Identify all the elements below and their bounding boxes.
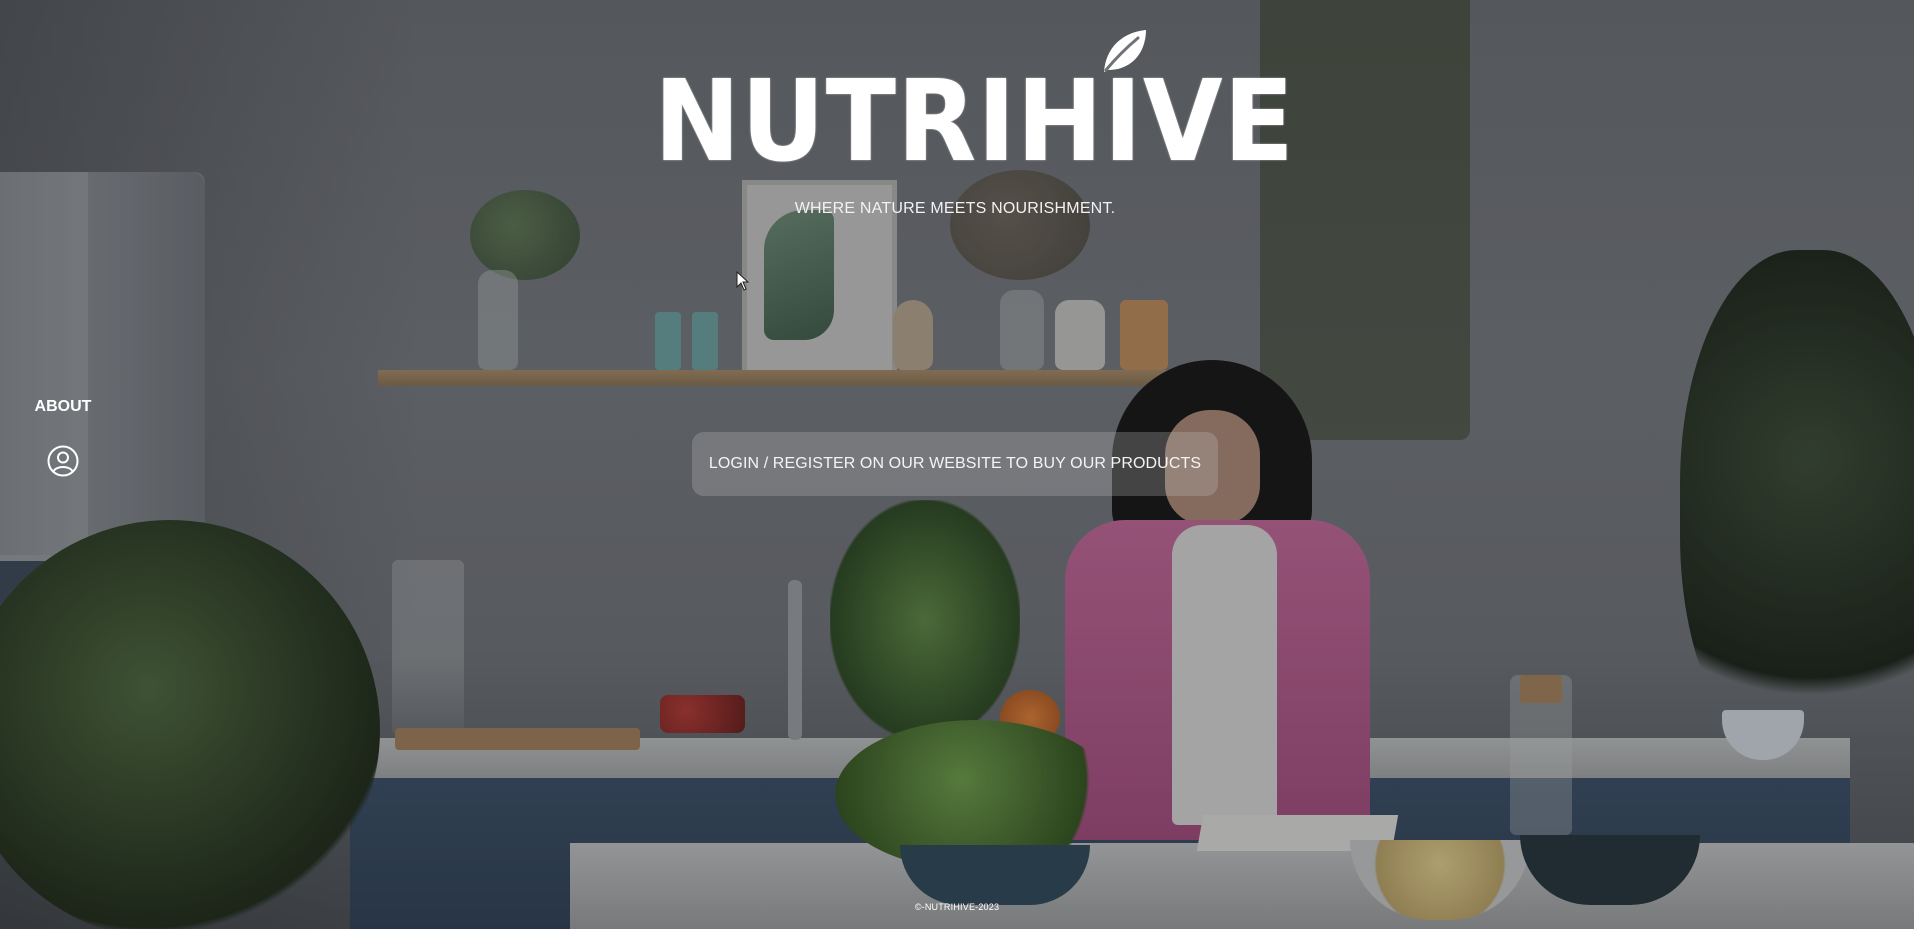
brand-tagline: WHERE NATURE MEETS NOURISHMENT. xyxy=(794,200,1116,217)
brand-title: NUTRIHIVE xyxy=(654,57,1295,187)
login-register-banner[interactable]: LOGIN / REGISTER ON OUR WEBSITE TO BUY O… xyxy=(692,432,1218,496)
login-register-text: LOGIN / REGISTER ON OUR WEBSITE TO BUY O… xyxy=(708,455,1202,472)
mouse-cursor-icon xyxy=(736,271,750,291)
user-circle-icon[interactable] xyxy=(46,444,80,478)
footer-copyright: ©-NUTRIHIVE-2023 xyxy=(914,902,1000,912)
side-nav: ABOUT xyxy=(20,398,106,478)
about-link[interactable]: ABOUT xyxy=(20,398,106,416)
landing-page: NUTRIHIVE WHERE NATURE MEETS NOURISHMENT… xyxy=(0,0,1914,929)
